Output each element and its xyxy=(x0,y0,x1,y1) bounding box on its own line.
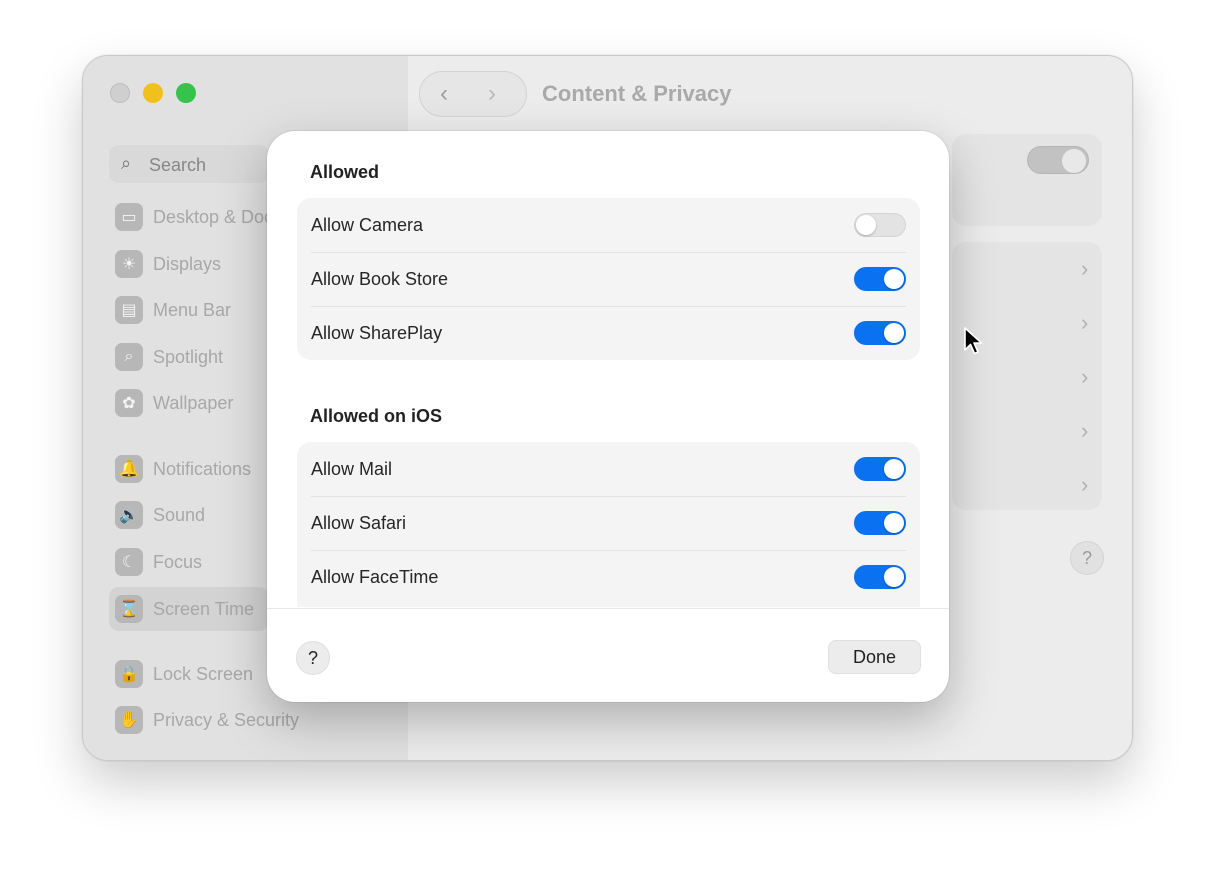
lock-icon: 🔒 xyxy=(115,660,143,688)
setting-row-allow-safari: Allow Safari xyxy=(297,496,920,550)
sidebar-item-label: Focus xyxy=(153,551,203,572)
setting-label: Allow Camera xyxy=(311,214,424,235)
sidebar-item-label: Displays xyxy=(153,253,222,274)
toggle-knob xyxy=(884,567,904,587)
setting-label: Allow Safari xyxy=(311,512,407,533)
sidebar-item-label: Lock Screen xyxy=(153,663,254,684)
sidebar-item-lock-screen[interactable]: 🔒 Lock Screen xyxy=(115,659,253,689)
sidebar-item-label: Menu Bar xyxy=(153,299,232,320)
sidebar-item-wallpaper[interactable]: ✿ Wallpaper xyxy=(115,388,233,418)
setting-label: Allow SharePlay xyxy=(311,322,443,343)
section-title-allowed-on-ios: Allowed on iOS xyxy=(310,406,443,426)
zoom-window-button[interactable] xyxy=(176,83,196,103)
sidebar-item-label: Sound xyxy=(153,504,206,525)
footer-divider xyxy=(267,608,949,609)
help-button[interactable]: ? xyxy=(296,641,330,675)
sidebar-item-label: Wallpaper xyxy=(153,392,234,413)
setting-label: Allow Mail xyxy=(311,458,393,479)
toggle-knob xyxy=(884,459,904,479)
hourglass-icon: ⌛ xyxy=(115,595,143,623)
allow-book-store-toggle[interactable] xyxy=(854,267,906,291)
allowed-on-ios-group: Allow Mail Allow Safari Allow FaceTime xyxy=(297,442,920,607)
allow-camera-toggle[interactable] xyxy=(854,213,906,237)
search-icon: ⌕ xyxy=(121,153,132,173)
search-placeholder: Search xyxy=(149,155,207,175)
sun-icon: ☀ xyxy=(115,250,143,278)
sidebar-item-notifications[interactable]: 🔔 Notifications xyxy=(115,454,251,484)
window-title: Content & Privacy xyxy=(542,81,732,106)
sidebar-item-screen-time[interactable]: ⌛ Screen Time xyxy=(115,594,254,624)
moon-icon: ☾ xyxy=(115,548,143,576)
flower-icon: ✿ xyxy=(115,389,143,417)
allow-shareplay-toggle[interactable] xyxy=(854,321,906,345)
mouse-pointer-icon xyxy=(964,327,983,355)
sidebar-item-focus[interactable]: ☾ Focus xyxy=(115,547,202,577)
setting-row-allow-camera: Allow Camera xyxy=(297,198,920,252)
sidebar-item-displays[interactable]: ☀ Displays xyxy=(115,249,221,279)
chevron-right-icon[interactable]: › xyxy=(1081,364,1088,390)
sidebar-item-label: Desktop & Dock xyxy=(153,206,283,227)
navigation-buttons: ‹ › xyxy=(419,71,527,117)
sidebar-item-label: Spotlight xyxy=(153,346,224,367)
forward-chevron-icon[interactable]: › xyxy=(488,80,496,108)
minimize-window-button[interactable] xyxy=(143,83,163,103)
sidebar-item-menu-bar[interactable]: ▤ Menu Bar xyxy=(115,295,231,325)
toggle-knob xyxy=(884,269,904,289)
sidebar-item-desktop-dock[interactable]: ▭ Desktop & Dock xyxy=(115,202,282,232)
setting-row-allow-book-store: Allow Book Store xyxy=(297,252,920,306)
background-toggle[interactable] xyxy=(1027,146,1089,174)
sidebar-item-label: Notifications xyxy=(153,458,252,479)
toggle-knob xyxy=(884,513,904,533)
close-window-button[interactable] xyxy=(110,83,130,103)
toggle-knob xyxy=(884,323,904,343)
allow-facetime-toggle[interactable] xyxy=(854,565,906,589)
done-button[interactable]: Done xyxy=(828,640,921,674)
section-title-allowed: Allowed xyxy=(310,162,380,182)
sidebar-item-privacy-security[interactable]: ✋ Privacy & Security xyxy=(115,705,299,735)
setting-row-allow-mail: Allow Mail xyxy=(297,442,920,496)
bell-icon: 🔔 xyxy=(115,455,143,483)
sidebar-item-sound[interactable]: 🔊 Sound xyxy=(115,500,205,530)
chevron-right-icon[interactable]: › xyxy=(1081,310,1088,336)
hand-icon: ✋ xyxy=(115,706,143,734)
allow-mail-toggle[interactable] xyxy=(854,457,906,481)
setting-label: Allow Book Store xyxy=(311,268,449,289)
allow-safari-toggle[interactable] xyxy=(854,511,906,535)
setting-row-allow-shareplay: Allow SharePlay xyxy=(297,306,920,360)
setting-row-allow-facetime: Allow FaceTime xyxy=(297,550,920,604)
dock-icon: ▭ xyxy=(115,203,143,231)
setting-label: Allow FaceTime xyxy=(311,566,439,587)
content-privacy-dialog: Allowed Allow Camera Allow Book Store Al… xyxy=(267,131,949,702)
background-list-card xyxy=(952,242,1102,510)
sidebar-item-label: Privacy & Security xyxy=(153,709,300,730)
chevron-right-icon[interactable]: › xyxy=(1081,472,1088,498)
toggle-knob xyxy=(856,215,876,235)
magnifier-icon: ⌕ xyxy=(115,343,143,371)
sidebar-search-input[interactable]: ⌕ Search xyxy=(109,145,269,183)
speaker-icon: 🔊 xyxy=(115,501,143,529)
sidebar-item-label: Screen Time xyxy=(153,598,255,619)
background-help-button[interactable]: ? xyxy=(1070,541,1104,575)
menu-bar-icon: ▤ xyxy=(115,296,143,324)
back-chevron-icon[interactable]: ‹ xyxy=(440,80,448,108)
chevron-right-icon[interactable]: › xyxy=(1081,256,1088,282)
sidebar-item-spotlight[interactable]: ⌕ Spotlight xyxy=(115,342,223,372)
allowed-group: Allow Camera Allow Book Store Allow Shar… xyxy=(297,198,920,360)
chevron-right-icon[interactable]: › xyxy=(1081,418,1088,444)
